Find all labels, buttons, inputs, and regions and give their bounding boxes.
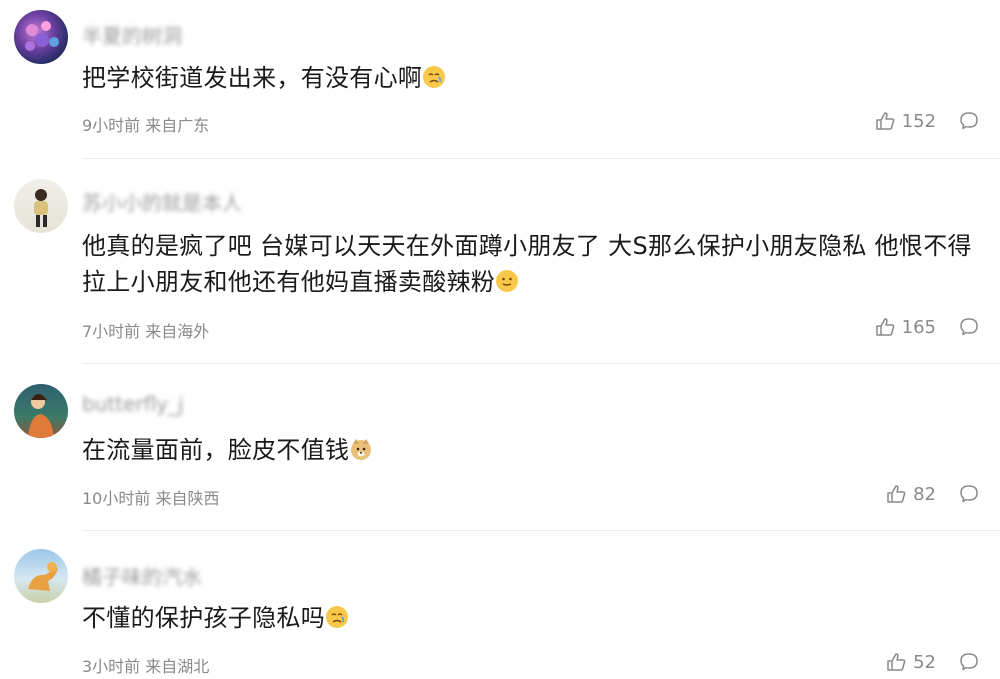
avatar[interactable] (14, 179, 68, 233)
username[interactable]: 橘子味的汽水 (82, 561, 282, 589)
smile-face-icon (496, 270, 519, 292)
thumbs-up-icon (875, 318, 894, 336)
comment-bubble-icon[interactable] (958, 110, 980, 132)
comment-text-content: 他真的是疯了吧 台媒可以天天在外面蹲小朋友了 大S那么保护小朋友隐私 他恨不得拉… (82, 232, 972, 296)
comment-meta: 7小时前 来自海外 (82, 322, 210, 341)
sad-face-icon (423, 66, 446, 88)
avatar[interactable] (14, 10, 68, 64)
comment-text-content: 不懂的保护孩子隐私吗 (82, 604, 325, 632)
comment-actions: 52 (885, 651, 980, 673)
comment-bubble-icon[interactable] (958, 651, 980, 673)
comment-actions: 82 (885, 483, 980, 505)
username[interactable]: 半夏的树洞 (82, 20, 282, 48)
comment-actions: 152 (874, 110, 980, 132)
like-count: 52 (913, 651, 936, 673)
thumbs-up-icon (875, 112, 894, 130)
comment-text: 不懂的保护孩子隐私吗 (82, 600, 982, 636)
like-count: 165 (901, 316, 936, 338)
thumbs-up-icon (887, 485, 906, 503)
avatar-image (28, 562, 58, 591)
comment-item: 苏小小的就是本人 他真的是疯了吧 台媒可以天天在外面蹲小朋友了 大S那么保护小朋… (0, 159, 1000, 363)
comment-text-content: 在流量面前，脸皮不值钱 (82, 436, 350, 464)
comment-bubble-icon[interactable] (958, 316, 980, 338)
doge-icon (351, 439, 372, 460)
comment-actions: 165 (874, 316, 980, 338)
comment-text: 把学校街道发出来，有没有心啊 (82, 60, 982, 96)
avatar[interactable] (14, 384, 68, 438)
comment-item: 半夏的树洞 把学校街道发出来，有没有心啊 9小时前 来自广东 152 (0, 0, 1000, 158)
like-button[interactable]: 82 (885, 483, 936, 505)
comment-item: 橘子味的汽水 不懂的保护孩子隐私吗 3小时前 来自湖北 52 (0, 531, 1000, 679)
comment-text: 在流量面前，脸皮不值钱 (82, 432, 982, 468)
comment-bubble-icon[interactable] (958, 483, 980, 505)
username[interactable]: butterfly_j (82, 392, 282, 416)
like-count: 152 (901, 110, 936, 132)
thumbs-up-icon (887, 653, 906, 671)
avatar-image (34, 189, 48, 227)
like-button[interactable]: 52 (885, 651, 936, 673)
comment-text-content: 把学校街道发出来，有没有心啊 (82, 64, 423, 92)
like-button[interactable]: 165 (874, 316, 936, 338)
comment-meta: 3小时前 来自湖北 (82, 657, 210, 676)
comment-text: 他真的是疯了吧 台媒可以天天在外面蹲小朋友了 大S那么保护小朋友隐私 他恨不得拉… (82, 228, 982, 300)
comment-meta: 10小时前 来自陕西 (82, 489, 220, 508)
comment-item: butterfly_j 在流量面前，脸皮不值钱 10小时前 来自陕西 82 (0, 364, 1000, 530)
like-count: 82 (913, 483, 936, 505)
username[interactable]: 苏小小的就是本人 (82, 187, 282, 215)
avatar-image (25, 21, 59, 51)
avatar[interactable] (14, 549, 68, 603)
comment-meta: 9小时前 来自广东 (82, 116, 210, 135)
sad-face-icon (326, 606, 348, 628)
avatar-image (28, 394, 54, 438)
like-button[interactable]: 152 (874, 110, 936, 132)
